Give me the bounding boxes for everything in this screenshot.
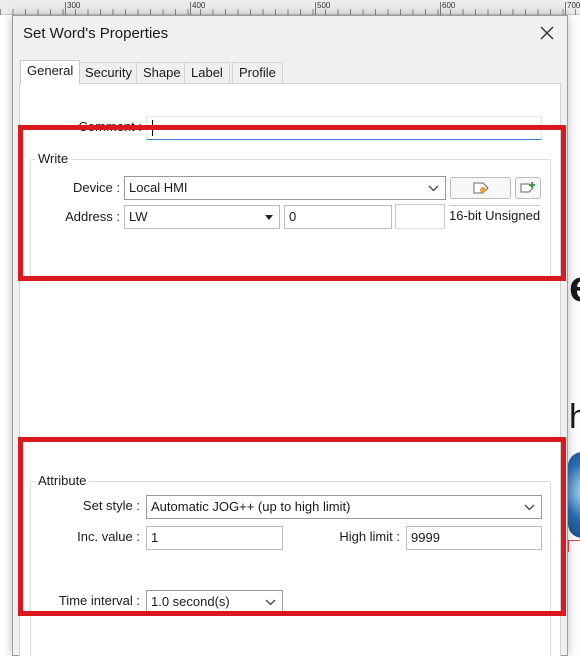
background-glyph-e: e	[569, 262, 580, 312]
tab-security[interactable]: Security	[78, 62, 139, 83]
close-button[interactable]	[531, 19, 563, 47]
background-red-mark	[568, 540, 580, 552]
ruler-mark-700: 700	[567, 1, 580, 10]
tab-shape[interactable]: Shape	[136, 62, 188, 83]
ruler-major-tick	[65, 2, 66, 15]
tab-general[interactable]: General	[20, 60, 81, 84]
ruler-major-tick	[315, 2, 316, 15]
write-highlight-box	[18, 125, 566, 281]
ruler-mark-300: 300	[67, 1, 81, 10]
ruler-major-tick	[565, 2, 566, 15]
background-glyph-h: h	[569, 398, 580, 436]
ruler-mark-500: 500	[317, 1, 331, 10]
background-globe-image	[568, 452, 580, 538]
ruler-mark-400: 400	[192, 1, 206, 10]
close-icon	[540, 26, 554, 40]
ruler-mark-600: 600	[442, 1, 456, 10]
attribute-highlight-box	[18, 437, 566, 616]
dialog-title: Set Word's Properties	[23, 25, 169, 42]
tab-profile[interactable]: Profile	[232, 62, 283, 83]
tab-label[interactable]: Label	[184, 62, 230, 83]
ruler-major-tick	[440, 2, 441, 15]
ruler-major-tick	[190, 2, 191, 15]
